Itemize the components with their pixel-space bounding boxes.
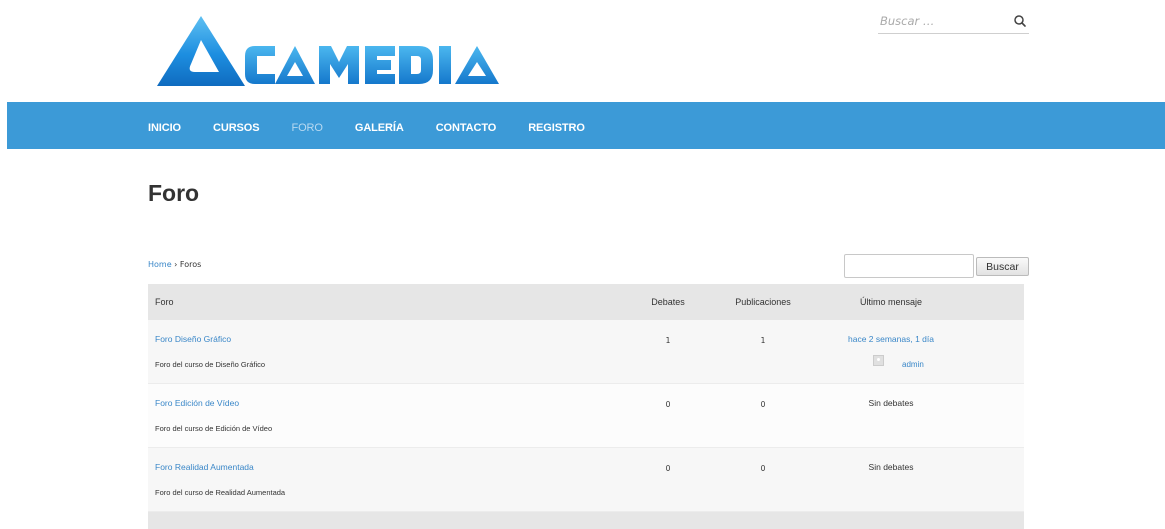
last-post-link[interactable]: hace 2 semanas, 1 día [848,334,934,344]
nav-list: INICIO CURSOS FORO GALERÍA CONTACTO REGI… [148,102,617,149]
posts-count: 0 [760,400,766,409]
main-navigation: INICIO CURSOS FORO GALERÍA CONTACTO REGI… [7,102,1165,149]
nav-item-registro[interactable]: REGISTRO [528,122,585,134]
table-row: Foro Realidad Aumentada Foro del curso d… [148,448,1024,512]
posts-count: 1 [760,336,766,345]
forum-search-button[interactable]: Buscar [976,257,1029,276]
site-header [0,0,1165,102]
topics-count: 1 [665,336,671,345]
forum-description: Foro del curso de Edición de Vídeo [155,424,273,433]
forum-search-input[interactable] [844,254,974,278]
header-forum: Foro [155,297,174,307]
breadcrumb: Home › Foros [148,260,201,269]
search-icon[interactable] [1011,12,1029,30]
topics-count: 0 [665,464,671,473]
forum-title-link[interactable]: Foro Realidad Aumentada [155,462,254,472]
author-link[interactable]: admin [902,360,924,369]
page-title: Foro [148,180,200,206]
forum-title-link[interactable]: Foro Edición de Vídeo [155,398,239,408]
last-post: hace 2 semanas, 1 día [808,334,974,344]
site-search-input[interactable] [878,10,1004,32]
last-post-author: admin [873,352,924,369]
nav-item-inicio[interactable]: INICIO [148,122,181,134]
nav-item-foro[interactable]: FORO [291,122,322,134]
nav-item-cursos[interactable]: CURSOS [213,122,260,134]
header-posts: Publicaciones [735,297,791,307]
forum-title-link[interactable]: Foro Diseño Gráfico [155,334,231,344]
site-search [878,10,1029,34]
forum-description: Foro del curso de Diseño Gráfico [155,360,266,369]
nav-item-contacto[interactable]: CONTACTO [436,122,497,134]
table-header: Foro Debates Publicaciones Último mensaj… [148,284,1024,320]
header-last-post: Último mensaje [859,297,923,307]
last-post: Sin debates [868,462,914,472]
breadcrumb-home-link[interactable]: Home [148,260,172,269]
forum-description: Foro del curso de Realidad Aumentada [155,488,286,497]
breadcrumb-separator: › [171,260,180,269]
last-post: Sin debates [868,398,914,408]
posts-count: 0 [760,464,766,473]
table-row: Foro Diseño Gráfico Foro del curso de Di… [148,320,1024,384]
avatar[interactable] [873,355,884,366]
table-row: Foro Edición de Vídeo Foro del curso de … [148,384,1024,448]
nav-item-galeria[interactable]: GALERÍA [355,122,404,134]
header-topics: Debates [651,297,685,307]
forum-table: Foro Debates Publicaciones Último mensaj… [148,284,1024,529]
table-footer [148,512,1024,529]
breadcrumb-current: Foros [179,260,202,269]
acamedia-logo[interactable] [157,14,502,90]
topics-count: 0 [665,400,671,409]
